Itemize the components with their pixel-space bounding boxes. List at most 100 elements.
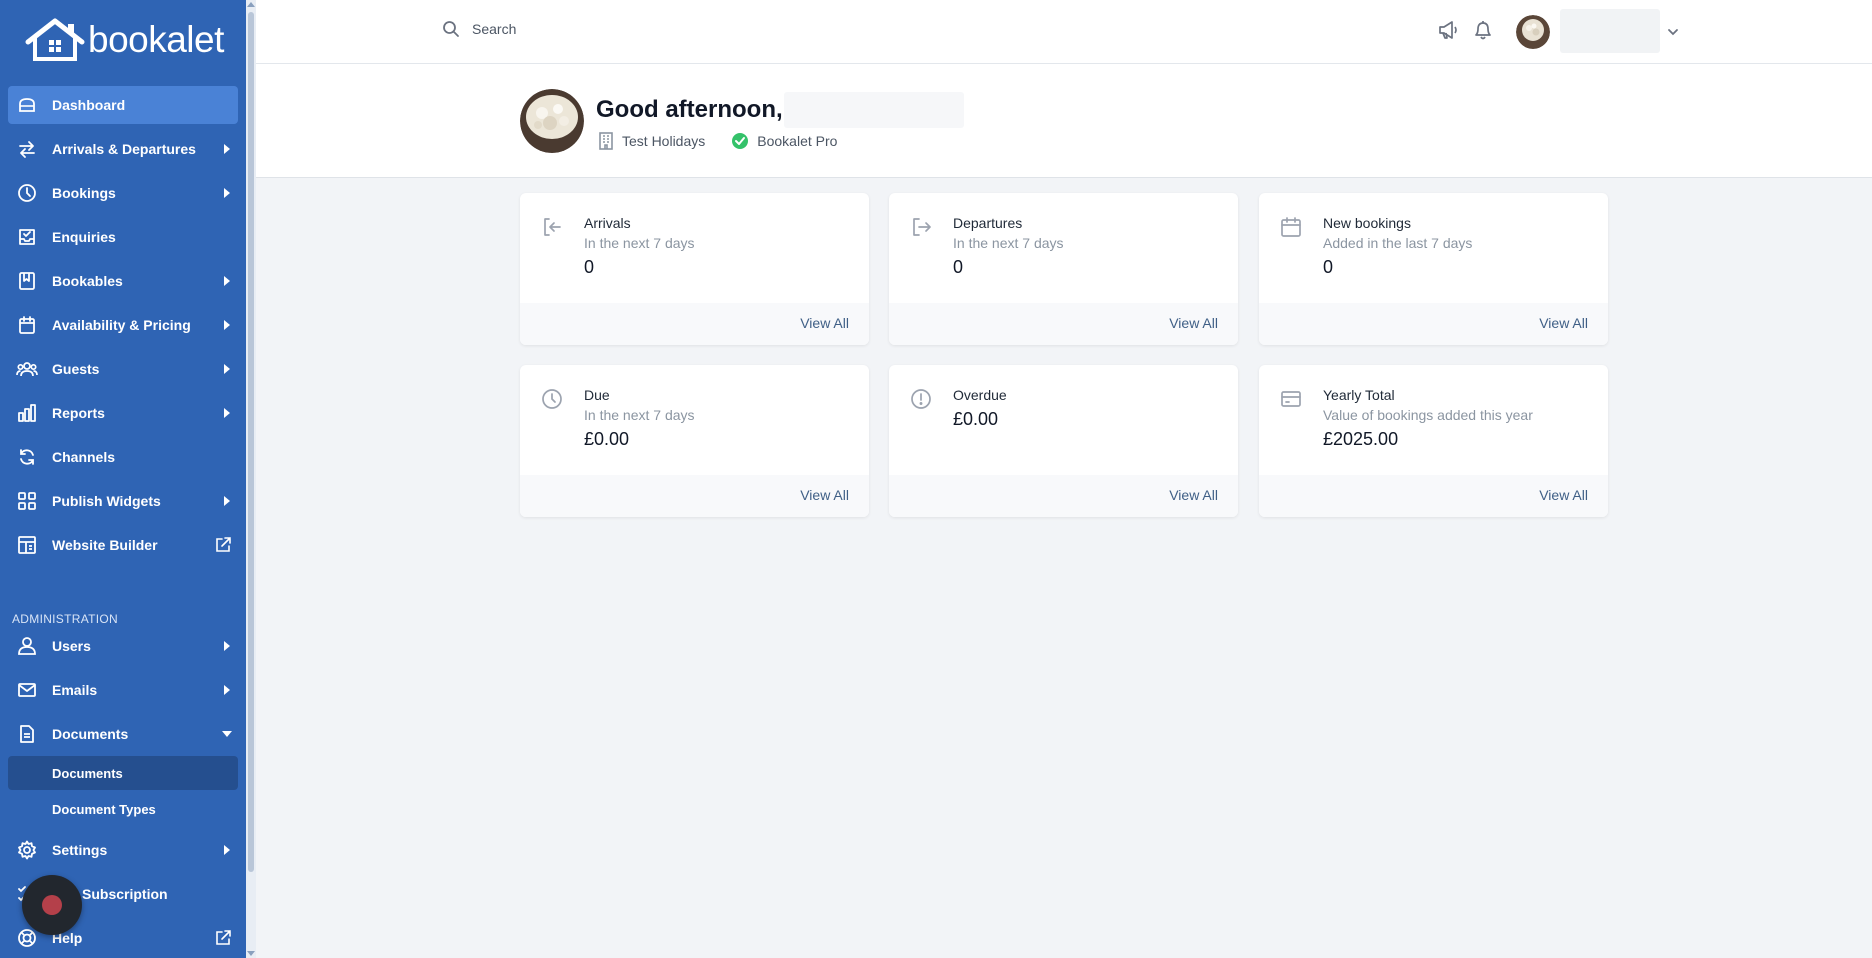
sidebar-item-label: Bookables: [52, 273, 123, 289]
search-input[interactable]: [472, 21, 772, 37]
envelope-icon: [16, 679, 38, 701]
card-value: 0: [584, 257, 595, 277]
caret-right-icon: [224, 685, 230, 695]
card-footer: View All: [1259, 303, 1608, 345]
card-subtitle: Value of bookings added this year: [1323, 407, 1533, 423]
sidebar-item-label: Emails: [52, 682, 98, 698]
profile-avatar: [520, 89, 584, 153]
view-all-link[interactable]: View All: [800, 487, 849, 503]
plan-name: Bookalet Pro: [757, 133, 838, 149]
sidebar-item-documents[interactable]: Documents: [8, 715, 238, 753]
card-title: Arrivals: [584, 215, 631, 231]
swap-arrows-icon: [16, 138, 38, 160]
scroll-down-arrow-icon[interactable]: [247, 951, 255, 956]
view-all-link[interactable]: View All: [1539, 315, 1588, 331]
card-title: New bookings: [1323, 215, 1411, 231]
logout-arrow-icon: [909, 215, 933, 244]
sidebar-item-label: Documents: [52, 726, 129, 742]
sidebar-item-bookables[interactable]: Bookables: [8, 262, 238, 300]
clock-icon: [16, 182, 38, 204]
sidebar: bookalet Dashboard Arrivals & Departures…: [0, 0, 246, 958]
caret-right-icon: [224, 641, 230, 651]
stat-card-arrivals: Arrivals In the next 7 days 0 View All: [520, 193, 869, 345]
sidebar-item-label: Enquiries: [52, 229, 116, 245]
caret-right-icon: [224, 364, 230, 374]
caret-right-icon: [224, 496, 230, 506]
sidebar-item-label: Website Builder: [52, 537, 158, 553]
caret-down-icon: [222, 731, 232, 737]
sidebar-subitem-documents[interactable]: Documents: [8, 756, 238, 790]
card-value: 0: [953, 257, 964, 277]
view-all-link[interactable]: View All: [1169, 487, 1218, 503]
users-group-icon: [16, 358, 38, 380]
sidebar-item-label: Publish Widgets: [52, 493, 161, 509]
bar-chart-icon: [16, 402, 38, 424]
sidebar-item-settings[interactable]: Settings: [8, 831, 238, 869]
bookmark-book-icon: [16, 270, 38, 292]
sidebar-item-availability-pricing[interactable]: Availability & Pricing: [8, 306, 238, 344]
alert-circle-icon: [909, 387, 933, 416]
card-title: Due: [584, 387, 610, 403]
user-avatar[interactable]: [1516, 15, 1550, 49]
megaphone-icon[interactable]: [1436, 18, 1460, 47]
credit-card-icon: [1279, 387, 1303, 416]
sidebar-item-reports[interactable]: Reports: [8, 394, 238, 432]
bookalet-logo[interactable]: bookalet: [24, 18, 224, 62]
sidebar-item-label: Settings: [52, 842, 108, 858]
top-bar: [256, 0, 1872, 64]
caret-right-icon: [224, 845, 230, 855]
user-name-redacted: [784, 92, 964, 128]
account-meta: Test Holidays Bookalet Pro: [598, 132, 863, 150]
caret-right-icon: [224, 188, 230, 198]
sidebar-item-website-builder[interactable]: Website Builder: [8, 526, 238, 564]
stat-card-overdue: Overdue £0.00 View All: [889, 365, 1238, 517]
scroll-up-arrow-icon[interactable]: [247, 2, 255, 7]
sidebar-item-guests[interactable]: Guests: [8, 350, 238, 388]
scrollbar-thumb[interactable]: [248, 12, 254, 872]
sidebar-item-arrivals-departures[interactable]: Arrivals & Departures: [8, 130, 238, 168]
sidebar-item-label: Arrivals & Departures: [52, 141, 196, 157]
sidebar-item-emails[interactable]: Emails: [8, 671, 238, 709]
card-subtitle: In the next 7 days: [584, 407, 695, 423]
login-arrow-icon: [540, 215, 564, 244]
sidebar-item-bookings[interactable]: Bookings: [8, 174, 238, 212]
widgets-grid-icon: [16, 490, 38, 512]
external-link-icon: [214, 536, 232, 559]
card-footer: View All: [889, 303, 1238, 345]
sidebar-item-dashboard[interactable]: Dashboard: [8, 86, 238, 124]
inbox-check-icon: [16, 226, 38, 248]
sidebar-subitem-document-types[interactable]: Document Types: [8, 792, 238, 826]
caret-right-icon: [224, 408, 230, 418]
search-bar: [442, 20, 772, 38]
sidebar-item-label: Guests: [52, 361, 100, 377]
sidebar-item-label: Dashboard: [52, 97, 126, 113]
card-footer: View All: [1259, 475, 1608, 517]
view-all-link[interactable]: View All: [1539, 487, 1588, 503]
search-icon: [443, 21, 459, 37]
record-button[interactable]: [22, 875, 82, 935]
card-value: £0.00: [584, 429, 630, 449]
user-name-redacted[interactable]: [1560, 9, 1660, 53]
users-icon: [16, 635, 38, 657]
view-all-link[interactable]: View All: [1169, 315, 1218, 331]
card-title: Overdue: [953, 387, 1007, 403]
card-value: £0.00: [953, 409, 999, 429]
sidebar-item-publish-widgets[interactable]: Publish Widgets: [8, 482, 238, 520]
view-all-link[interactable]: View All: [800, 315, 849, 331]
stat-card-due: Due In the next 7 days £0.00 View All: [520, 365, 869, 517]
card-value: 0: [1323, 257, 1334, 277]
sidebar-scrollbar[interactable]: [246, 0, 256, 958]
plan-info: Bookalet Pro: [731, 132, 837, 150]
company-name: Test Holidays: [622, 133, 706, 149]
sidebar-item-channels[interactable]: Channels: [8, 438, 238, 476]
calendar-icon: [1279, 215, 1303, 244]
sidebar-item-enquiries[interactable]: Enquiries: [8, 218, 238, 256]
sidebar-item-users[interactable]: Users: [8, 627, 238, 665]
card-footer: View All: [889, 475, 1238, 517]
bell-icon[interactable]: [1472, 18, 1494, 47]
stat-card-new-bookings: New bookings Added in the last 7 days 0 …: [1259, 193, 1608, 345]
house-logo-icon: [25, 18, 85, 61]
chevron-down-icon[interactable]: [1666, 24, 1680, 42]
card-footer: View All: [520, 475, 869, 517]
sync-icon: [16, 446, 38, 468]
